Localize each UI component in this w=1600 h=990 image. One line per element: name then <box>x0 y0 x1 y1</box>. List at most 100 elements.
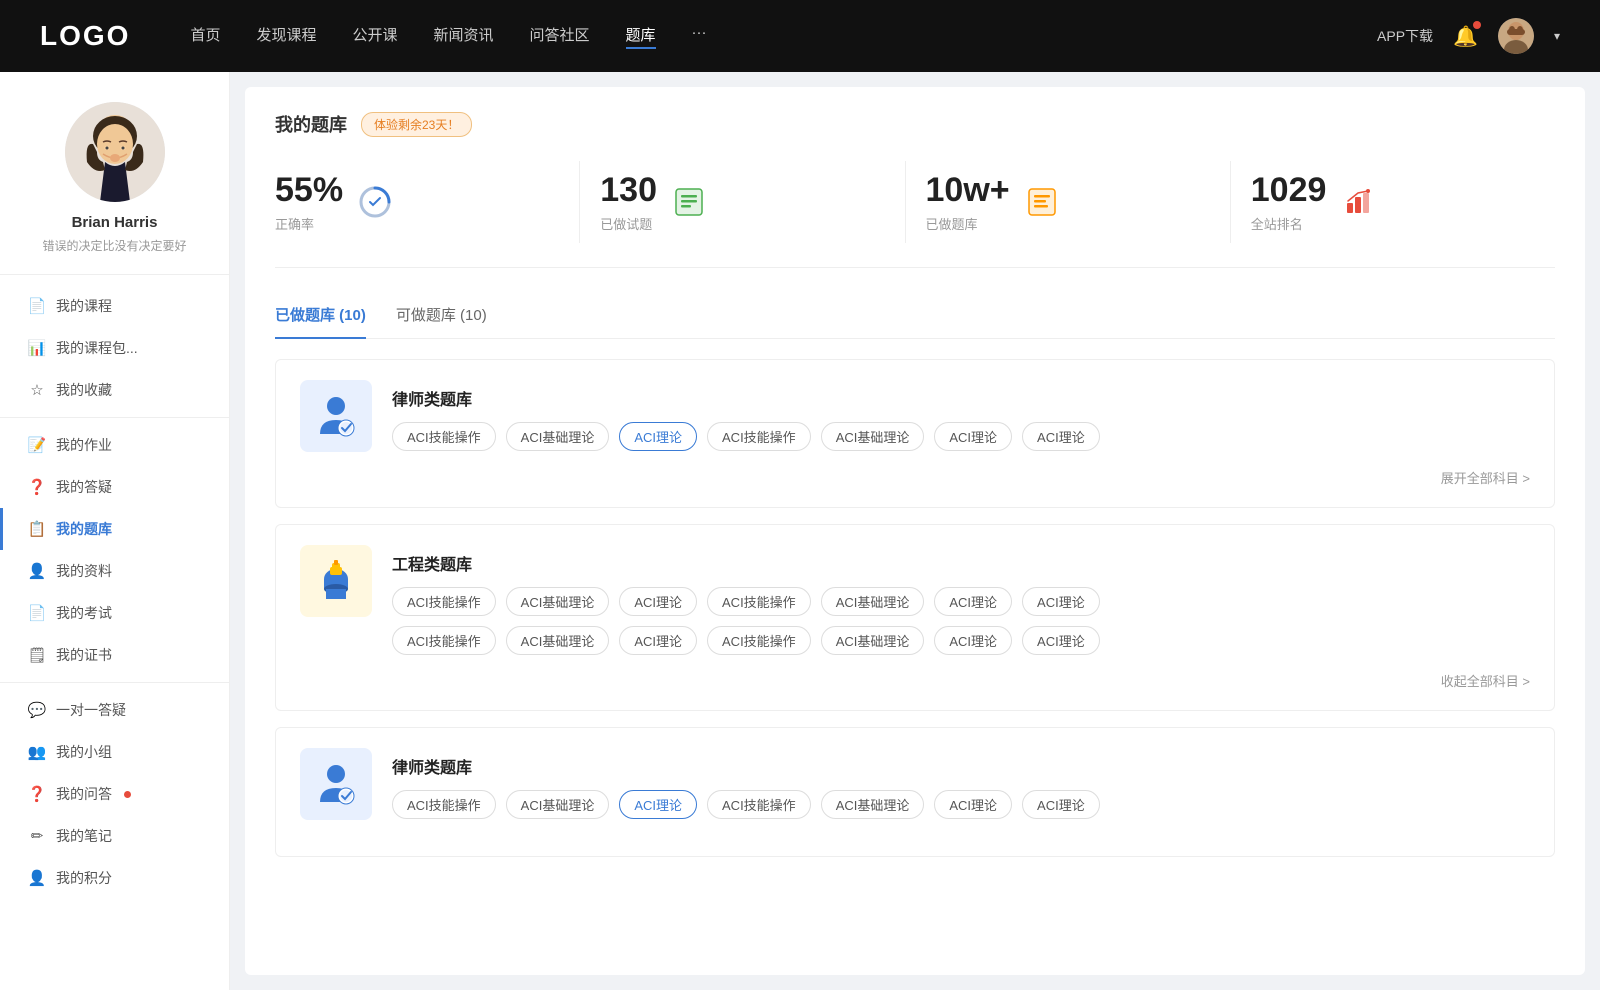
tag-2-4[interactable]: ACI技能操作 <box>707 587 811 616</box>
sidebar-item-exam[interactable]: 📄 我的考试 <box>0 592 229 634</box>
tag-3-1[interactable]: ACI技能操作 <box>392 790 496 819</box>
sidebar-item-homework[interactable]: 📝 我的作业 <box>0 424 229 466</box>
tag-3-3[interactable]: ACI理论 <box>619 790 697 819</box>
tag-1-4[interactable]: ACI技能操作 <box>707 422 811 451</box>
nav-news[interactable]: 新闻资讯 <box>434 24 494 49</box>
done-banks-icon <box>1024 184 1060 220</box>
sidebar-label-qbank: 我的题库 <box>56 519 112 539</box>
sidebar-item-qa[interactable]: ❓ 我的答疑 <box>0 466 229 508</box>
sidebar-label-points: 我的积分 <box>56 868 112 888</box>
tab-available-banks[interactable]: 可做题库 (10) <box>396 296 487 339</box>
tag-2-13[interactable]: ACI理论 <box>934 626 1012 655</box>
qbank-card-header-1: 律师类题库 ACI技能操作 ACI基础理论 ACI理论 ACI技能操作 ACI基… <box>300 380 1530 452</box>
sidebar-item-my-course[interactable]: 📄 我的课程 <box>0 285 229 327</box>
collapse-link-2[interactable]: 收起全部科目 > <box>300 671 1530 690</box>
qbank-info-1: 律师类题库 ACI技能操作 ACI基础理论 ACI理论 ACI技能操作 ACI基… <box>392 380 1100 451</box>
profile-section: Brian Harris 错误的决定比没有决定要好 <box>0 102 229 275</box>
done-banks-number: 10w+ <box>926 171 1010 210</box>
sidebar-item-points[interactable]: 👤 我的积分 <box>0 857 229 899</box>
nav-more[interactable]: ··· <box>692 24 707 49</box>
qbank-title-3: 律师类题库 <box>392 754 1100 778</box>
tag-2-11[interactable]: ACI技能操作 <box>707 626 811 655</box>
points-icon: 👤 <box>28 869 46 887</box>
tag-2-14[interactable]: ACI理论 <box>1022 626 1100 655</box>
tag-1-5[interactable]: ACI基础理论 <box>821 422 925 451</box>
profile-icon: 👤 <box>28 562 46 580</box>
tag-3-6[interactable]: ACI理论 <box>934 790 1012 819</box>
course-icon: 📄 <box>28 297 46 315</box>
qbank-card-lawyer-1: 律师类题库 ACI技能操作 ACI基础理论 ACI理论 ACI技能操作 ACI基… <box>275 359 1555 508</box>
divider-1 <box>0 417 229 418</box>
nav-home[interactable]: 首页 <box>190 24 220 49</box>
questions-dot <box>124 791 131 798</box>
nav-qbank[interactable]: 题库 <box>626 24 656 49</box>
sidebar-label-certificate: 我的证书 <box>56 645 112 665</box>
sidebar-item-group[interactable]: 👥 我的小组 <box>0 731 229 773</box>
tag-1-3[interactable]: ACI理论 <box>619 422 697 451</box>
user-avatar[interactable] <box>1498 18 1534 54</box>
stat-accuracy-value: 55% 正确率 <box>275 171 343 233</box>
done-questions-icon <box>671 184 707 220</box>
done-banks-label: 已做题库 <box>926 214 1010 233</box>
sidebar-item-favorites[interactable]: ☆ 我的收藏 <box>0 369 229 411</box>
tag-2-6[interactable]: ACI理论 <box>934 587 1012 616</box>
sidebar-label-profile: 我的资料 <box>56 561 112 581</box>
tag-1-2[interactable]: ACI基础理论 <box>506 422 610 451</box>
sidebar-item-notes[interactable]: ✏ 我的笔记 <box>0 815 229 857</box>
app-download-button[interactable]: APP下载 <box>1377 26 1433 46</box>
stat-rank-text: 1029 全站排名 <box>1251 171 1327 233</box>
rank-number: 1029 <box>1251 171 1327 210</box>
tag-1-1[interactable]: ACI技能操作 <box>392 422 496 451</box>
tag-3-5[interactable]: ACI基础理论 <box>821 790 925 819</box>
profile-motto: 错误的决定比没有决定要好 <box>42 237 186 254</box>
accuracy-number: 55% <box>275 171 343 210</box>
tab-done-banks[interactable]: 已做题库 (10) <box>275 296 366 339</box>
sidebar-label-favorites: 我的收藏 <box>56 380 112 400</box>
tag-2-8[interactable]: ACI技能操作 <box>392 626 496 655</box>
navbar-right: APP下载 🔔 ▾ <box>1377 18 1560 54</box>
qbank-info-3: 律师类题库 ACI技能操作 ACI基础理论 ACI理论 ACI技能操作 ACI基… <box>392 748 1100 819</box>
profile-avatar <box>65 102 165 202</box>
stat-done-questions: 130 已做试题 <box>580 161 905 243</box>
notification-badge <box>1473 21 1481 29</box>
qbank-icon-lawyer-2 <box>300 748 372 820</box>
tag-2-3[interactable]: ACI理论 <box>619 587 697 616</box>
tag-3-7[interactable]: ACI理论 <box>1022 790 1100 819</box>
nav-discover[interactable]: 发现课程 <box>256 24 316 49</box>
notification-bell[interactable]: 🔔 <box>1453 24 1478 49</box>
sidebar-item-one-on-one[interactable]: 💬 一对一答疑 <box>0 689 229 731</box>
qbank-card-engineering: 工程类题库 ACI技能操作 ACI基础理论 ACI理论 ACI技能操作 ACI基… <box>275 524 1555 711</box>
accuracy-icon <box>357 184 393 220</box>
user-dropdown-arrow[interactable]: ▾ <box>1554 29 1560 43</box>
sidebar-label-qa: 我的答疑 <box>56 477 112 497</box>
logo: LOGO <box>40 20 130 52</box>
nav-qa[interactable]: 问答社区 <box>530 24 590 49</box>
trial-badge: 体验剩余23天！ <box>361 112 472 137</box>
tag-3-4[interactable]: ACI技能操作 <box>707 790 811 819</box>
tag-2-7[interactable]: ACI理论 <box>1022 587 1100 616</box>
sidebar-menu: 📄 我的课程 📊 我的课程包... ☆ 我的收藏 📝 我的作业 ❓ 我的答疑 � <box>0 275 229 909</box>
page-title: 我的题库 <box>275 111 347 137</box>
tag-2-2[interactable]: ACI基础理论 <box>506 587 610 616</box>
qbank-card-header-2: 工程类题库 ACI技能操作 ACI基础理论 ACI理论 ACI技能操作 ACI基… <box>300 545 1530 655</box>
tag-2-10[interactable]: ACI理论 <box>619 626 697 655</box>
tags-row-3: ACI技能操作 ACI基础理论 ACI理论 ACI技能操作 ACI基础理论 AC… <box>392 790 1100 819</box>
sidebar-item-course-package[interactable]: 📊 我的课程包... <box>0 327 229 369</box>
nav-open-course[interactable]: 公开课 <box>352 24 397 49</box>
stat-done-banks-text: 10w+ 已做题库 <box>926 171 1010 233</box>
sidebar-item-certificate[interactable]: 🗒 我的证书 <box>0 634 229 676</box>
expand-link-1[interactable]: 展开全部科目 > <box>300 468 1530 487</box>
sidebar-item-qbank[interactable]: 📋 我的题库 <box>0 508 229 550</box>
tag-2-12[interactable]: ACI基础理论 <box>821 626 925 655</box>
tag-2-1[interactable]: ACI技能操作 <box>392 587 496 616</box>
qbank-icon: 📋 <box>28 520 46 538</box>
sidebar-label-course-package: 我的课程包... <box>56 338 138 358</box>
stat-done-questions-text: 130 已做试题 <box>600 171 657 233</box>
sidebar-item-profile[interactable]: 👤 我的资料 <box>0 550 229 592</box>
tag-3-2[interactable]: ACI基础理论 <box>506 790 610 819</box>
tag-2-9[interactable]: ACI基础理论 <box>506 626 610 655</box>
sidebar-item-questions[interactable]: ❓ 我的问答 <box>0 773 229 815</box>
tag-1-7[interactable]: ACI理论 <box>1022 422 1100 451</box>
tag-1-6[interactable]: ACI理论 <box>934 422 1012 451</box>
tag-2-5[interactable]: ACI基础理论 <box>821 587 925 616</box>
